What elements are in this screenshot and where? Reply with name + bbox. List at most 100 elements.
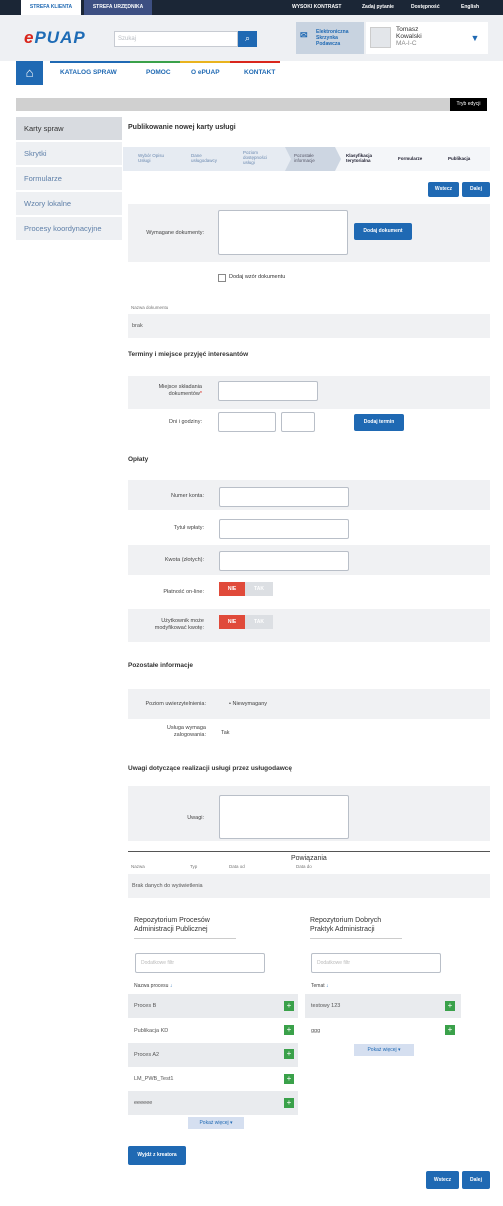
repo2-show-more-button[interactable]: Pokaż więcej ▾ (354, 1044, 414, 1056)
next-button[interactable]: Dalej (462, 182, 490, 197)
page-title: Publikowanie nowej karty usługi (128, 124, 236, 131)
doc-name-header: Nazwa dokumentu (131, 305, 169, 310)
repo1-col-header[interactable]: Nazwa procesu ↓ (134, 983, 172, 989)
doc-name-row (128, 314, 490, 338)
add-template-checkbox[interactable] (218, 274, 226, 282)
nav-catalog[interactable]: KATALOG SPRAW (60, 61, 117, 85)
avatar (370, 27, 391, 48)
accessibility-link[interactable]: Dostępność (411, 0, 440, 15)
step-7[interactable]: Publikacja (434, 147, 470, 171)
step-4[interactable]: Pozostałe informacje (280, 147, 315, 171)
modify-yes-toggle[interactable]: TAK (245, 615, 273, 629)
back-button-bottom[interactable]: Wstecz (426, 1171, 459, 1189)
nav-about[interactable]: O ePUAP (191, 61, 220, 85)
search-icon: ⌕ (244, 33, 251, 43)
amount-input[interactable] (219, 551, 349, 571)
tab-client-zone[interactable]: STREFA KLIENTA (21, 0, 81, 15)
sidebar-item-inboxes[interactable]: Skrytki (16, 142, 122, 166)
account-input[interactable] (219, 487, 349, 507)
add-icon[interactable]: + (445, 1001, 455, 1011)
sort-icon: ↓ (326, 983, 329, 989)
add-icon[interactable]: + (284, 1098, 294, 1108)
add-template-label: Dodaj wzór dokumentu (229, 274, 286, 280)
sidebar-item-coordination[interactable]: Procesy koordynacyjne (16, 217, 122, 241)
nav-contact[interactable]: KONTAKT (244, 61, 275, 85)
add-icon[interactable]: + (284, 1074, 294, 1084)
step-6[interactable]: Formularze (384, 147, 422, 171)
english-link[interactable]: English (461, 0, 479, 15)
home-icon[interactable]: ⌂ (16, 61, 43, 85)
place-input[interactable] (218, 381, 318, 401)
online-yes-toggle[interactable]: TAK (245, 582, 273, 596)
back-button[interactable]: Wstecz (428, 182, 459, 197)
sidebar-item-local-templates[interactable]: Wzory lokalne (16, 192, 122, 216)
repo2-row: ggg (305, 1019, 461, 1043)
tab-official-zone[interactable]: STREFA URZĘDNIKA (84, 0, 152, 15)
epuap-logo[interactable]: ePUAP (24, 28, 86, 48)
repo2-col-header[interactable]: Temat ↓ (311, 983, 329, 989)
col-name: Nazwa (131, 864, 145, 869)
add-icon[interactable]: + (445, 1025, 455, 1035)
col-date-to: Data do (296, 864, 312, 869)
login-value: Tak (221, 730, 230, 736)
step-2[interactable]: Dane usługodawcy (177, 147, 217, 171)
modify-label: Użytkownik może modyfikować kwotę: (154, 618, 204, 631)
sidebar-item-service-cards[interactable]: Karty spraw (16, 117, 122, 141)
fees-title: Opłaty (128, 456, 149, 463)
online-no-toggle[interactable]: NIE (219, 582, 245, 596)
login-label: Usługa wymaga zalogowania: (166, 725, 206, 738)
online-label: Płatność on-line: (163, 589, 204, 595)
transfer-title-input[interactable] (219, 519, 349, 539)
repo2-row: testowy 123 (305, 994, 461, 1018)
days-input[interactable] (218, 412, 276, 432)
add-icon[interactable]: + (284, 1025, 294, 1035)
high-contrast-link[interactable]: WYSOKI KONTRAST (292, 0, 341, 15)
inbox-button[interactable]: ✉ Elektroniczna Skrzynka Podawcza (296, 22, 364, 54)
edit-mode-button[interactable]: Tryb edycji (450, 98, 487, 111)
add-term-button[interactable]: Dodaj termin (354, 414, 404, 431)
required-docs-list[interactable] (218, 210, 348, 255)
amount-label: Kwota (złotych): (164, 557, 204, 563)
add-icon[interactable]: + (284, 1049, 294, 1059)
repo1-row: LM_PWB_Test1 (128, 1067, 298, 1091)
ask-question-link[interactable]: Zadaj pytanie (362, 0, 394, 15)
required-docs-label: Wymagane dokumenty: (146, 230, 204, 236)
step-1[interactable]: Wybór Opisu Usługi (124, 147, 164, 171)
nav-help[interactable]: POMOC (146, 61, 171, 85)
relations-title: Powiązania (291, 855, 327, 862)
top-bar: STREFA KLIENTA STREFA URZĘDNIKA WYSOKI K… (0, 0, 503, 15)
search-input[interactable]: Szukaj (114, 31, 238, 47)
repo1-row: eeeeee (128, 1091, 298, 1115)
exit-wizard-button[interactable]: Wyjdź z kreatora (128, 1146, 186, 1165)
days-label: Dni i godziny: (168, 419, 202, 425)
repo1-filter-input[interactable]: Dodatkowe filtr (135, 953, 265, 973)
step-5[interactable]: Klasyfikacja terytorialna (332, 147, 372, 171)
sidebar-item-forms[interactable]: Formularze (16, 167, 122, 191)
add-icon[interactable]: + (284, 1001, 294, 1011)
edit-bar (16, 98, 487, 111)
sort-icon: ↓ (169, 983, 173, 989)
remarks-label: Uwagi: (187, 815, 204, 821)
remarks-textarea[interactable] (219, 795, 349, 839)
repo1-show-more-button[interactable]: Pokaż więcej ▾ (188, 1117, 244, 1129)
repo1-row: Proces B (128, 994, 298, 1018)
repo1-row: Publikacja KD (128, 1019, 298, 1043)
repo1-title: Repozytorium Procesów Administracji Publi… (134, 917, 210, 933)
doc-name-value: brak (132, 323, 143, 329)
search-button[interactable]: ⌕ (238, 31, 257, 47)
modify-no-toggle[interactable]: NIE (219, 615, 245, 629)
user-unit: MA-I-C (396, 40, 417, 47)
repo2-filter-input[interactable]: Dodatkowe filtr (311, 953, 441, 973)
hours-input[interactable] (281, 412, 315, 432)
inbox-label-3: Podawcza (316, 41, 341, 47)
chevron-down-icon[interactable]: ▼ (462, 22, 488, 54)
col-type: Typ (190, 864, 198, 869)
step-3[interactable]: Poziom dostępności usługi (229, 147, 267, 171)
auth-value: • Niewymagany (229, 701, 268, 707)
add-document-button[interactable]: Dodaj dokument (354, 223, 412, 240)
next-button-bottom[interactable]: Dalej (462, 1171, 490, 1189)
remarks-title: Uwagi dotyczące realizacji usługi przez … (128, 765, 292, 772)
user-first-name: Tomasz (396, 26, 419, 33)
other-info-title: Pozostałe informacje (128, 662, 194, 669)
terms-title: Terminy i miejsce przyjęć interesantów (128, 351, 249, 358)
